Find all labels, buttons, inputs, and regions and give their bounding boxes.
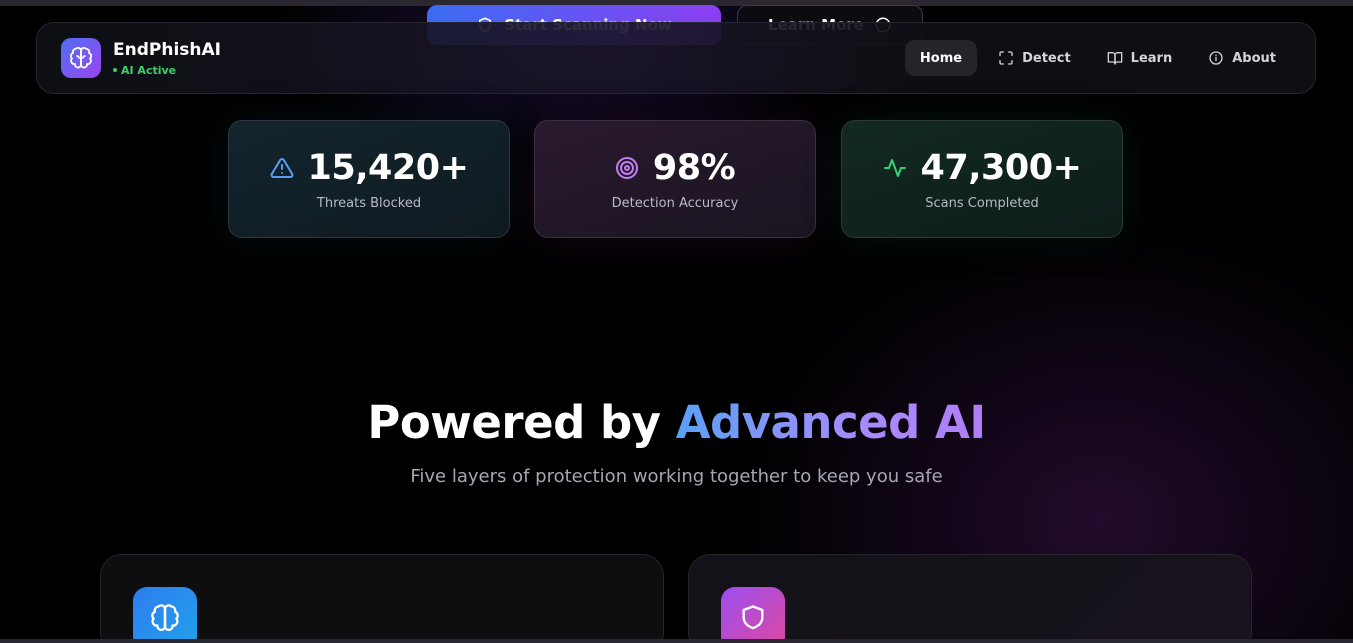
stat-value: 98% [652,147,736,188]
nav-home-label: Home [919,50,963,66]
section-title: Powered by Advanced AI [0,396,1353,449]
stat-label: Threats Blocked [316,195,422,211]
section-title-plain: Powered by [367,396,676,449]
feature-card [100,554,664,643]
scan-icon [999,51,1013,65]
brain-icon [61,38,101,78]
nav-home[interactable]: Home [904,40,978,76]
book-icon [1107,52,1123,65]
shield-icon [721,587,785,643]
brain-icon [133,587,197,643]
nav-detect[interactable]: Detect [983,40,1086,76]
activity-icon [883,158,906,177]
main-nav: Home Detect Learn About [904,40,1291,76]
alert-triangle-icon [270,157,293,178]
stat-label: Scans Completed [925,195,1039,211]
stat-card-threats: 15,420+ Threats Blocked [228,120,510,238]
nav-learn[interactable]: Learn [1092,40,1188,76]
nav-about-label: About [1232,50,1276,66]
brand[interactable]: EndPhishAI AI Active [61,38,221,78]
stat-card-accuracy: 98% Detection Accuracy [534,120,816,238]
section-title-accent: Advanced AI [675,396,986,449]
stat-value: 15,420+ [307,147,469,188]
status-dot [113,68,117,72]
nav-learn-label: Learn [1130,50,1173,66]
bottom-edge [0,639,1353,643]
ai-status-label: AI Active [121,63,177,77]
navbar: EndPhishAI AI Active Home Detect Learn A… [36,22,1316,94]
ai-status: AI Active [113,64,221,77]
feature-card [688,554,1252,643]
stat-value: 47,300+ [920,147,1082,188]
nav-about[interactable]: About [1193,40,1291,76]
info-icon [1209,51,1223,65]
target-icon [615,156,638,179]
stat-label: Detection Accuracy [611,195,739,211]
stat-card-scans: 47,300+ Scans Completed [841,120,1123,238]
page: Start Scanning Now Learn More EndPhishAI… [0,0,1353,643]
brand-name: EndPhishAI [113,39,221,60]
nav-detect-label: Detect [1022,50,1071,66]
section-subtitle: Five layers of protection working togeth… [410,466,943,487]
